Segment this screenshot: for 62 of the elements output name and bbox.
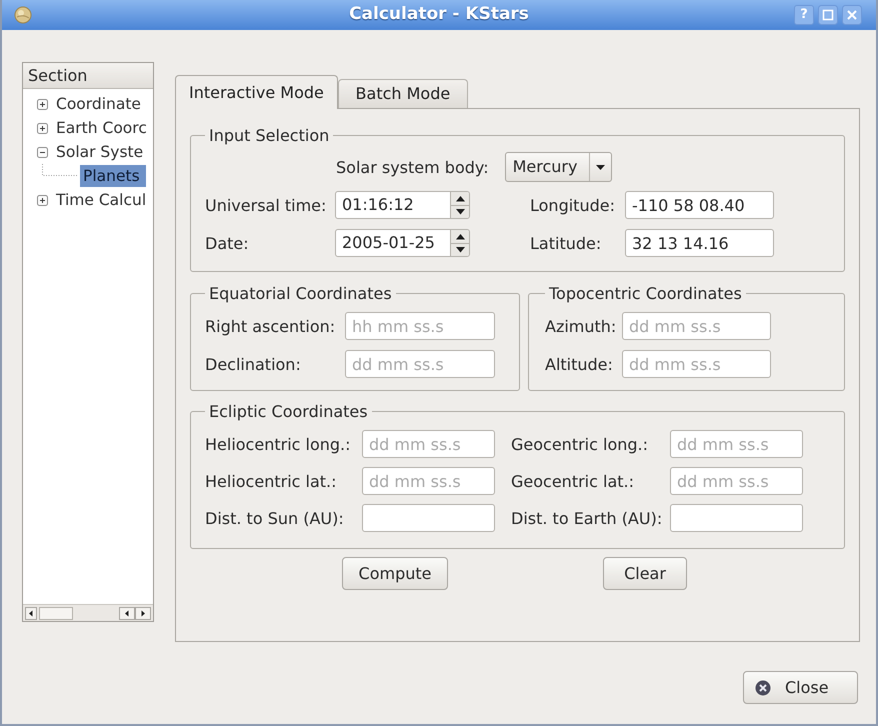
close-icon bbox=[755, 680, 771, 696]
field-label: Altitude: bbox=[545, 354, 614, 374]
input-field[interactable]: dd mm ss.s bbox=[622, 350, 771, 378]
field-label: Dist. to Sun (AU): bbox=[205, 508, 345, 528]
field-label: Heliocentric lat.: bbox=[205, 472, 338, 490]
down-arrow-icon[interactable] bbox=[451, 206, 469, 218]
maximize-icon[interactable] bbox=[818, 5, 838, 25]
field-label: Right ascention: bbox=[205, 316, 336, 336]
field-label: Solar system body: bbox=[336, 158, 489, 176]
action-button[interactable]: Clear bbox=[603, 557, 687, 590]
app-icon bbox=[14, 6, 32, 24]
tree-item[interactable]: Coordinate bbox=[53, 93, 144, 115]
input-field[interactable]: 32 13 14.16 bbox=[625, 229, 774, 257]
minus-box-icon[interactable] bbox=[37, 146, 48, 158]
field-label: Geocentric long.: bbox=[511, 434, 649, 454]
up-arrow-icon[interactable] bbox=[451, 192, 469, 205]
input-field[interactable]: -110 58 08.40 bbox=[625, 191, 774, 219]
plus-box-icon[interactable] bbox=[37, 98, 48, 110]
tab[interactable]: Interactive Mode bbox=[175, 75, 338, 109]
input-field[interactable] bbox=[670, 504, 803, 532]
input-field[interactable]: dd mm ss.s bbox=[362, 430, 495, 458]
group-title: Ecliptic Coordinates bbox=[208, 402, 369, 421]
group-title: Input Selection bbox=[208, 126, 330, 145]
tab[interactable]: Batch Mode bbox=[338, 79, 468, 108]
up-arrow-icon[interactable] bbox=[451, 230, 469, 243]
group-title: Topocentric Coordinates bbox=[548, 284, 743, 303]
field-label: Geocentric lat.: bbox=[511, 472, 635, 490]
plus-box-icon[interactable] bbox=[37, 194, 48, 206]
tree-item[interactable]: Solar Syste bbox=[53, 141, 146, 163]
input-field[interactable]: dd mm ss.s bbox=[622, 312, 771, 340]
input-field[interactable] bbox=[362, 504, 495, 532]
action-button[interactable]: Compute bbox=[342, 557, 448, 590]
field-label: Date: bbox=[205, 234, 250, 252]
horizontal-scrollbar[interactable] bbox=[23, 604, 153, 621]
close-button[interactable]: Close bbox=[743, 671, 858, 704]
input-field[interactable]: dd mm ss.s bbox=[670, 467, 803, 495]
tree-item[interactable]: Earth Coorc bbox=[53, 117, 150, 139]
spin-box[interactable]: 2005-01-25 bbox=[335, 229, 470, 257]
field-label: Heliocentric long.: bbox=[205, 434, 352, 454]
field-label: Dist. to Earth (AU): bbox=[511, 508, 664, 528]
window-title: Calculator - KStars bbox=[348, 3, 530, 26]
tree-item[interactable]: Planets bbox=[80, 165, 146, 187]
input-field[interactable]: hh mm ss.s bbox=[345, 312, 495, 340]
field-label: Universal time: bbox=[205, 196, 328, 214]
down-arrow-icon[interactable] bbox=[451, 244, 469, 256]
scrollbar-thumb[interactable] bbox=[39, 606, 73, 620]
input-field[interactable]: dd mm ss.s bbox=[670, 430, 803, 458]
field-label: Azimuth: bbox=[545, 316, 618, 336]
caret-icon bbox=[596, 164, 605, 170]
column-header[interactable]: Section bbox=[23, 63, 153, 89]
tree-item[interactable]: Time Calcul bbox=[53, 189, 150, 211]
tree-connector-line bbox=[42, 164, 78, 176]
plus-box-icon[interactable] bbox=[37, 122, 48, 134]
close-icon[interactable] bbox=[842, 5, 862, 25]
input-field[interactable]: dd mm ss.s bbox=[345, 350, 495, 378]
field-label: Longitude: bbox=[530, 196, 616, 214]
field-label: Declination: bbox=[205, 354, 302, 374]
group-title: Equatorial Coordinates bbox=[208, 284, 393, 303]
dropdown[interactable]: Mercury bbox=[504, 152, 612, 182]
spin-box[interactable]: 01:16:12 bbox=[335, 191, 470, 219]
field-label: Latitude: bbox=[530, 234, 602, 252]
input-field[interactable]: dd mm ss.s bbox=[362, 467, 495, 495]
